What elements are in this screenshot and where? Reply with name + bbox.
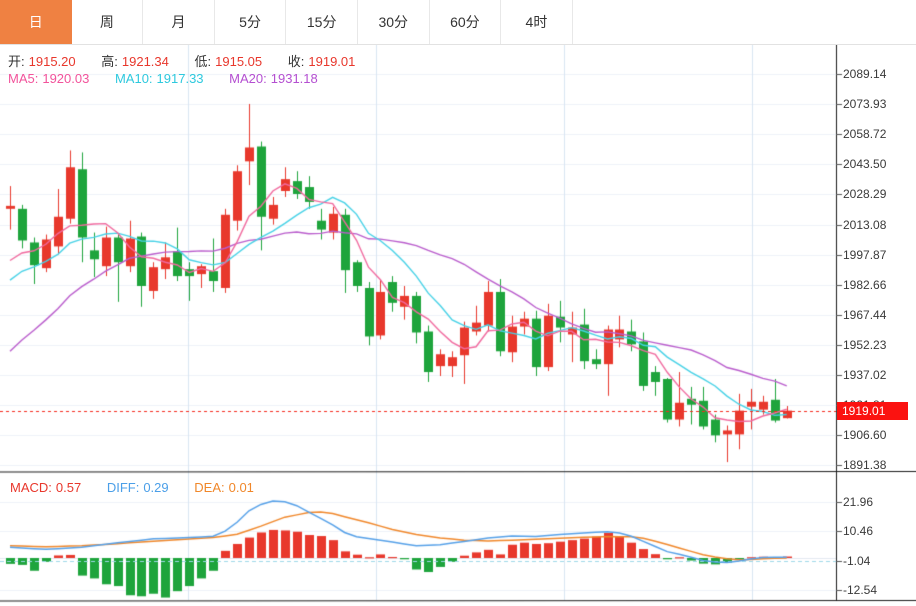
diff-label: DIFF: [106,480,140,495]
price-axis-tick: 1967.44 [843,307,887,322]
current-price-badge: 1919.01 [837,402,908,420]
high-label: 高: [101,54,118,69]
price-axis-tick: 1997.87 [843,247,887,262]
macd-axis-tick: 10.46 [843,524,874,539]
macd-value: 0.57 [55,480,82,495]
interval-tab[interactable]: 15分 [286,0,358,44]
close-label: 收: [287,54,305,69]
price-axis-tick: 1937.02 [843,368,887,382]
price-axis-tick: 2028.29 [843,187,887,202]
ma-legend: MA5: 1920.03 MA10: 1917.33 MA20: 1931.18 [8,71,322,86]
macd-legend: MACD: 0.57 DIFF: 0.29 DEA: 0.01 [10,480,258,495]
dea-value: 0.01 [228,480,254,495]
interval-tab[interactable]: 5分 [214,0,287,44]
price-axis-tick: 2073.93 [843,97,887,112]
price-axis-tick: 2043.50 [843,157,887,172]
price-axis-tick: 1891.38 [843,458,887,473]
diff-value: 0.29 [143,480,169,495]
macd-axis-tick: -1.04 [843,553,871,568]
interval-tab[interactable]: 30分 [357,0,430,44]
interval-tabbar: 日周月 5分 15分 30分 60分 4时 [0,0,916,45]
interval-tab[interactable]: 周 [71,0,144,44]
macd-axis-tick: -12.54 [843,583,878,598]
candlestick-chart-canvas[interactable] [0,45,916,606]
high-value: 1921.34 [121,54,169,69]
interval-tab[interactable]: 4时 [501,0,573,44]
ma5-value: 1920.03 [42,71,90,86]
ma20-label: MA20: [229,71,267,86]
price-axis-tick: 1906.60 [843,428,887,443]
close-value: 1919.01 [308,54,356,69]
price-axis-tick: 2058.72 [843,127,887,142]
chart-app: 日周月 5分 15分 30分 60分 4时 开: 1915.20 高: 1921.34 低: 1… [0,0,916,606]
ma10-label: MA10: [114,71,153,86]
interval-tab[interactable]: 日 [0,0,72,44]
macd-label: MACD: [10,480,52,495]
price-axis-tick: 2089.14 [843,67,887,81]
low-label: 低: [194,54,212,69]
price-axis-tick: 2013.08 [843,217,887,232]
open-value: 1915.20 [28,54,76,69]
ma5-label: MA5: [8,71,39,86]
ma10-value: 1917.33 [156,71,204,86]
macd-axis-tick: 21.96 [843,495,874,509]
ma20-value: 1931.18 [270,71,318,86]
dea-label: DEA: [194,480,225,495]
price-axis-tick: 1952.23 [843,337,887,352]
interval-tab[interactable]: 月 [143,0,215,44]
price-axis-tick: 1982.66 [843,277,887,292]
interval-tab[interactable]: 60分 [429,0,502,44]
open-label: 开: [8,54,25,69]
low-value: 1915.05 [215,54,263,69]
ohlc-legend: 开: 1915.20 高: 1921.34 低: 1915.05 收: 1919.01 [8,51,359,70]
